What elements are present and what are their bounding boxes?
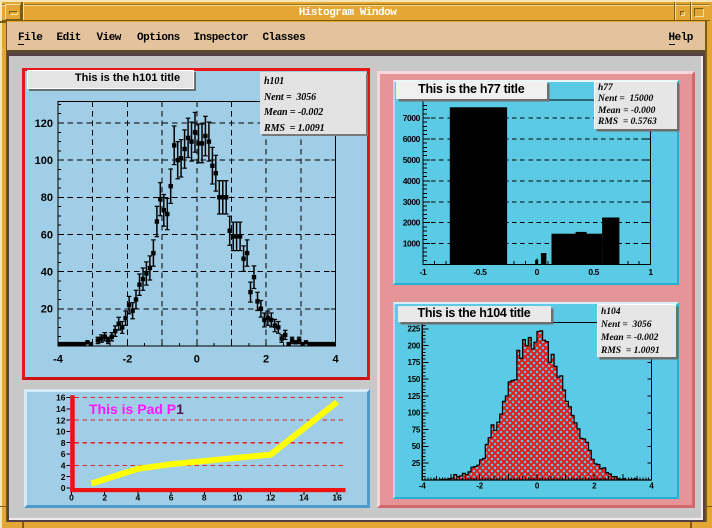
svg-text:80: 80: [41, 192, 53, 204]
svg-text:40: 40: [41, 267, 53, 279]
svg-text:4: 4: [332, 353, 339, 365]
svg-text:125: 125: [408, 392, 421, 401]
svg-text:100: 100: [35, 155, 53, 167]
svg-text:2: 2: [263, 353, 269, 365]
svg-text:175: 175: [408, 358, 421, 367]
svg-text:16: 16: [332, 493, 342, 503]
svg-text:6: 6: [169, 493, 174, 503]
svg-text:0: 0: [535, 267, 540, 277]
svg-text:225: 225: [408, 325, 421, 334]
svg-text:3000: 3000: [403, 197, 421, 207]
svg-text:0: 0: [69, 493, 74, 503]
svg-text:0: 0: [535, 481, 540, 490]
svg-text:14: 14: [56, 404, 66, 414]
svg-text:120: 120: [35, 118, 53, 130]
svg-text:-4: -4: [419, 481, 426, 490]
svg-text:4: 4: [136, 493, 141, 503]
svg-text:-1: -1: [420, 267, 427, 277]
svg-text:12: 12: [266, 493, 276, 503]
svg-text:25: 25: [412, 459, 421, 468]
svg-text:10: 10: [56, 427, 66, 437]
svg-text:0.5: 0.5: [588, 267, 599, 277]
svg-text:14: 14: [299, 493, 309, 503]
svg-text:4: 4: [649, 481, 654, 490]
svg-text:8: 8: [202, 493, 207, 503]
svg-text:16: 16: [56, 393, 66, 403]
svg-text:50: 50: [412, 442, 421, 451]
svg-text:20: 20: [41, 304, 53, 316]
svg-text:75: 75: [412, 425, 421, 434]
svg-text:5000: 5000: [403, 155, 421, 165]
svg-text:4: 4: [61, 461, 66, 471]
svg-text:0: 0: [194, 353, 200, 365]
svg-text:2: 2: [102, 493, 107, 503]
svg-text:8: 8: [61, 438, 66, 448]
svg-text:200: 200: [408, 341, 421, 350]
svg-text:-2: -2: [476, 481, 483, 490]
svg-text:-4: -4: [53, 353, 64, 365]
svg-text:150: 150: [408, 375, 421, 384]
svg-text:2: 2: [61, 472, 66, 482]
svg-text:4000: 4000: [403, 176, 421, 186]
svg-text:6: 6: [61, 449, 66, 459]
svg-text:2: 2: [592, 481, 597, 490]
svg-text:12: 12: [56, 415, 66, 425]
svg-text:-0.5: -0.5: [473, 267, 487, 277]
svg-text:6000: 6000: [403, 134, 421, 144]
svg-text:-2: -2: [123, 353, 133, 365]
svg-text:100: 100: [408, 409, 421, 418]
svg-text:60: 60: [41, 229, 53, 241]
svg-text:7000: 7000: [403, 113, 421, 123]
svg-text:0: 0: [61, 483, 66, 493]
svg-text:10: 10: [233, 493, 243, 503]
svg-text:1000: 1000: [403, 239, 421, 249]
svg-text:2000: 2000: [403, 218, 421, 228]
svg-text:1: 1: [648, 267, 653, 277]
